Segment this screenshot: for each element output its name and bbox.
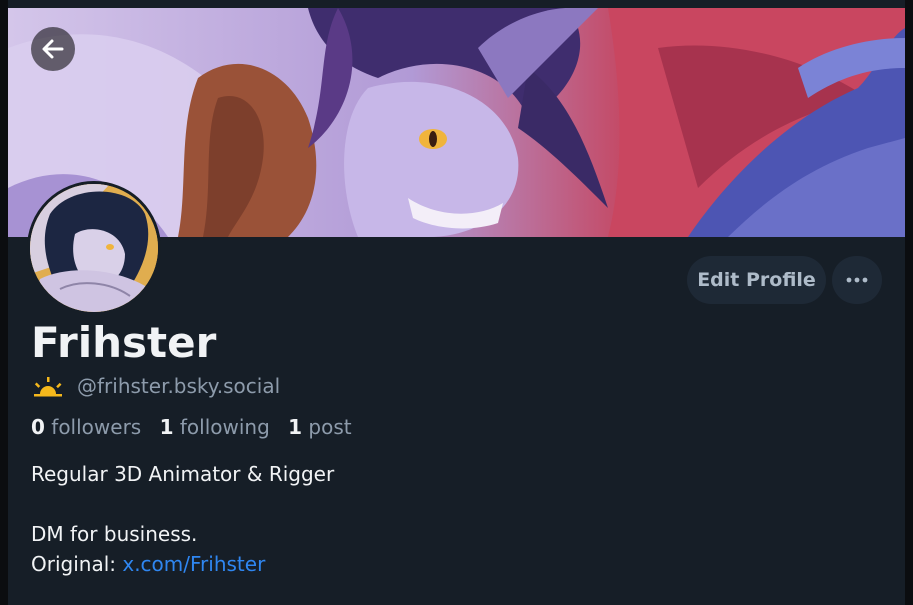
posts-count: 1	[288, 415, 303, 439]
bio-line: DM for business.	[31, 522, 198, 546]
display-name: Frihster	[31, 318, 217, 367]
original-label: Original:	[31, 552, 116, 576]
ellipsis-icon	[846, 277, 868, 283]
bio-line: Regular 3D Animator & Rigger	[31, 462, 335, 486]
bio-original-line: Original: x.com/Frihster	[31, 549, 334, 579]
edit-profile-button[interactable]: Edit Profile	[687, 256, 826, 304]
profile-window: Edit Profile Frihster @frihster.bsky.soc…	[8, 0, 905, 605]
avatar-image	[30, 184, 158, 312]
following-link[interactable]: 1 following	[160, 415, 270, 439]
original-link[interactable]: x.com/Frihster	[122, 552, 265, 576]
posts-stat: 1 post	[288, 415, 351, 439]
followers-link[interactable]: 0 followers	[31, 415, 141, 439]
sunrise-icon	[34, 377, 62, 397]
followers-label: followers	[51, 415, 142, 439]
posts-label: post	[308, 415, 352, 439]
handle: @frihster.bsky.social	[77, 374, 281, 398]
bio-blank-line	[31, 489, 334, 519]
stats-row: 0 followers 1 following 1 post	[31, 415, 364, 439]
more-options-button[interactable]	[832, 256, 882, 304]
handle-row: @frihster.bsky.social	[31, 374, 280, 398]
following-label: following	[179, 415, 270, 439]
arrow-left-icon	[42, 39, 64, 59]
following-count: 1	[159, 415, 174, 439]
profile-bio: Regular 3D Animator & Rigger DM for busi…	[31, 459, 334, 579]
followers-count: 0	[31, 415, 45, 439]
back-button[interactable]	[31, 27, 75, 71]
avatar[interactable]	[27, 181, 161, 315]
